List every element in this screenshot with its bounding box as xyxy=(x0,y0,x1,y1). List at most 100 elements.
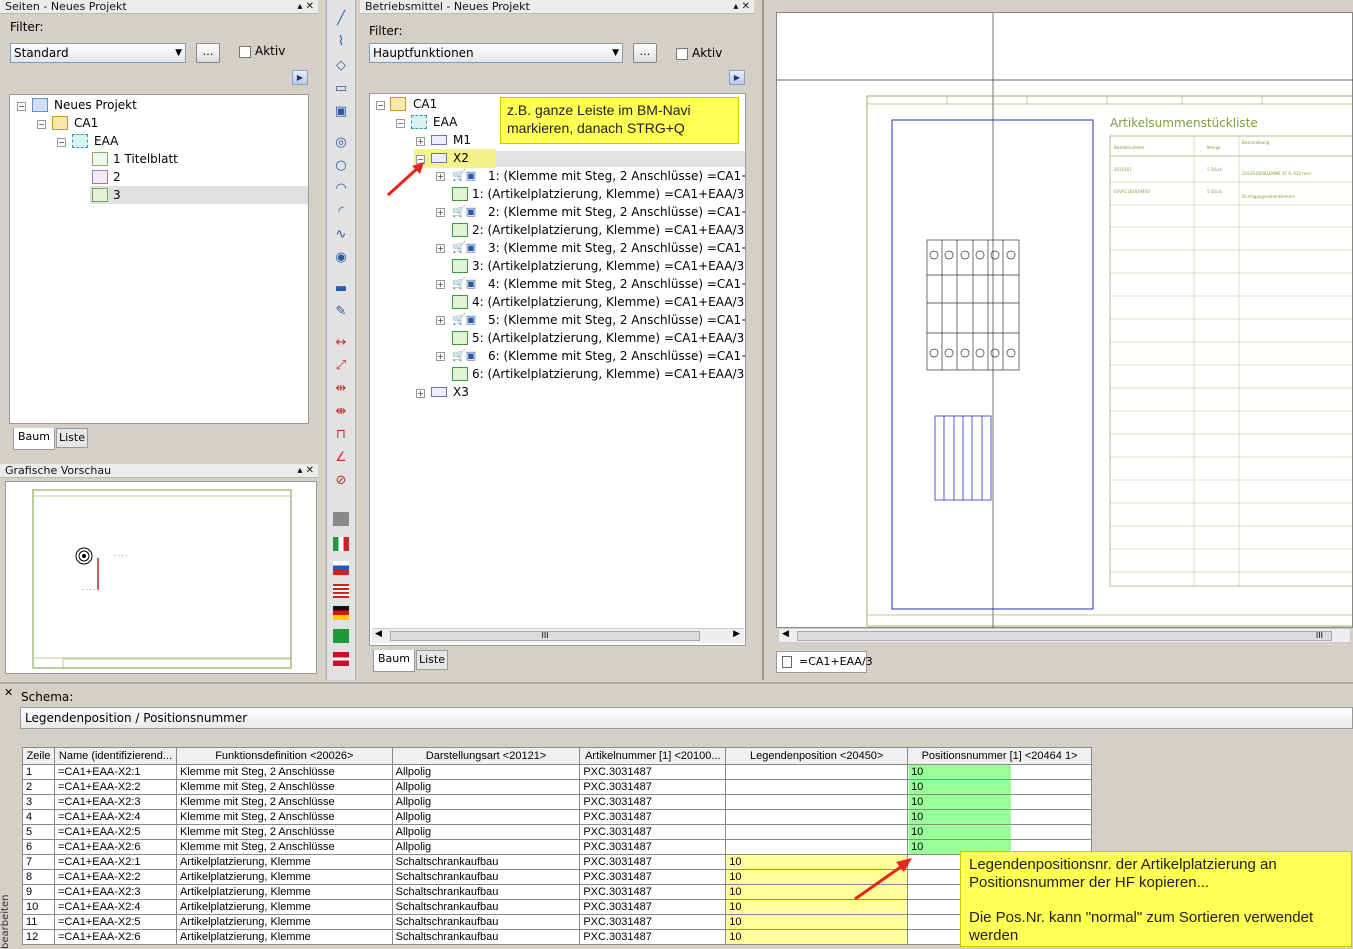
rectangle-icon[interactable]: ▭ xyxy=(332,80,350,98)
table-cell[interactable]: Schaltschrankaufbau xyxy=(391,869,581,885)
table-row[interactable]: 2 =CA1+EAA-X2:2 Klemme mit Steg, 2 Anschlü… xyxy=(22,779,1092,795)
tree-node-device-item[interactable]: 2: (Artikelplatzierung, Klemme) =CA1+EAA… xyxy=(472,221,745,239)
column-header[interactable]: Artikelnummer [1] <20100... xyxy=(579,747,727,765)
table-cell[interactable]: Artikelplatzierung, Klemme xyxy=(175,869,393,885)
tree-node-eaa[interactable]: EAA xyxy=(433,113,457,131)
expand-icon[interactable]: + xyxy=(436,244,445,253)
table-cell[interactable]: PXC.3031487 xyxy=(579,809,727,825)
table-cell[interactable]: 8 xyxy=(22,869,55,885)
polygon-icon[interactable]: ◇ xyxy=(332,57,350,75)
table-row[interactable]: 10 =CA1+EAA-X2:4 Artikelplatzierung, Klemm… xyxy=(22,899,1092,915)
tree-node-device-item[interactable]: 2: (Klemme mit Steg, 2 Anschlüsse) =CA1+… xyxy=(488,203,745,221)
drawing-page-tab[interactable]: =CA1+EAA/3 xyxy=(776,651,873,673)
table-cell[interactable]: Allpolig xyxy=(391,794,581,810)
tree-node-device-item[interactable]: 1: (Artikelplatzierung, Klemme) =CA1+EAA… xyxy=(472,185,745,203)
bm-h-scrollbar[interactable]: ◀ III ▶ xyxy=(372,628,744,643)
table-cell[interactable]: Klemme mit Steg, 2 Anschlüsse xyxy=(175,794,393,810)
table-row[interactable]: 6 =CA1+EAA-X2:6 Klemme mit Steg, 2 Anschlü… xyxy=(22,839,1092,855)
tree-node-page-2[interactable]: 2 xyxy=(113,168,121,186)
table-row[interactable]: 9 =CA1+EAA-X2:3 Artikelplatzierung, Klemme… xyxy=(22,884,1092,900)
panel-pin-close-icon[interactable]: ▴ ✕ xyxy=(733,0,750,14)
table-cell[interactable]: Klemme mit Steg, 2 Anschlüsse xyxy=(175,764,393,780)
table-cell[interactable]: 10 xyxy=(22,899,55,915)
table-cell[interactable]: Artikelplatzierung, Klemme xyxy=(175,884,393,900)
tree-node-device-item[interactable]: 5: (Klemme mit Steg, 2 Anschlüsse) =CA1+… xyxy=(488,311,745,329)
table-cell[interactable]: 4 xyxy=(22,809,55,825)
tab-baum[interactable]: Baum xyxy=(13,428,55,450)
table-cell[interactable]: Schaltschrankaufbau xyxy=(391,899,581,915)
table-row[interactable]: 12 =CA1+EAA-X2:6 Artikelplatzierung, Klemm… xyxy=(22,929,1092,945)
table-cell[interactable]: 10 xyxy=(907,824,1092,840)
tree-node-device-item[interactable]: 6: (Artikelplatzierung, Klemme) =CA1+EAA… xyxy=(472,365,745,383)
table-cell[interactable]: =CA1+EAA-X2:5 xyxy=(53,824,177,840)
table-cell[interactable]: Schaltschrankaufbau xyxy=(391,884,581,900)
drawing-canvas[interactable]: Artikelsummenstückliste Bestellnummer Me… xyxy=(776,12,1353,629)
tree-node-ca1[interactable]: CA1 xyxy=(74,114,98,132)
table-cell[interactable]: Allpolig xyxy=(391,809,581,825)
flag-germany-icon[interactable] xyxy=(333,606,349,620)
expand-icon[interactable]: + xyxy=(436,172,445,181)
flag-italy-icon[interactable] xyxy=(333,537,349,551)
table-row[interactable]: 11 =CA1+EAA-X2:5 Artikelplatzierung, Klemm… xyxy=(22,914,1092,930)
collapse-icon[interactable]: − xyxy=(37,120,46,129)
tree-node-device-item[interactable]: 4: (Artikelplatzierung, Klemme) =CA1+EAA… xyxy=(472,293,745,311)
table-row[interactable]: 4 =CA1+EAA-X2:4 Klemme mit Steg, 2 Anschlü… xyxy=(22,809,1092,825)
table-cell[interactable] xyxy=(725,809,909,825)
dimension-icon[interactable]: ↔ xyxy=(332,334,350,352)
table-row[interactable]: 5 =CA1+EAA-X2:5 Klemme mit Steg, 2 Anschlü… xyxy=(22,824,1092,840)
expand-icon[interactable]: + xyxy=(436,280,445,289)
table-cell[interactable] xyxy=(725,779,909,795)
table-cell[interactable]: =CA1+EAA-X2:6 xyxy=(53,839,177,855)
table-cell[interactable]: Artikelplatzierung, Klemme xyxy=(175,854,393,870)
table-cell[interactable]: Artikelplatzierung, Klemme xyxy=(175,914,393,930)
tab-baum[interactable]: Baum xyxy=(373,650,415,672)
table-cell[interactable]: 6 xyxy=(22,839,55,855)
table-cell[interactable]: Schaltschrankaufbau xyxy=(391,854,581,870)
table-cell[interactable]: =CA1+EAA-X2:1 xyxy=(53,854,177,870)
tree-node-device-item[interactable]: 3: (Artikelplatzierung, Klemme) =CA1+EAA… xyxy=(472,257,745,275)
table-cell[interactable]: 7 xyxy=(22,854,55,870)
table-cell[interactable]: =CA1+EAA-X2:5 xyxy=(53,914,177,930)
flag-usa-icon[interactable] xyxy=(333,584,349,598)
column-header[interactable]: Legendenposition <20450> xyxy=(725,747,909,765)
table-cell[interactable]: PXC.3031487 xyxy=(579,824,727,840)
table-cell[interactable]: PXC.3031487 xyxy=(579,779,727,795)
collapse-icon[interactable]: − xyxy=(57,138,66,147)
polyline-icon[interactable]: ⌇ xyxy=(332,33,350,51)
line-icon[interactable]: ╱ xyxy=(332,10,350,28)
eye-icon[interactable]: ◉ xyxy=(332,249,350,267)
dimension-base-icon[interactable]: ⊓ xyxy=(332,426,350,444)
pages-filter-combo[interactable]: Standard ▼ xyxy=(10,43,186,63)
tree-node-page-1[interactable]: 1 Titelblatt xyxy=(113,150,178,168)
pages-aktiv-checkbox[interactable] xyxy=(239,46,251,58)
fill-icon[interactable]: ▬ xyxy=(332,280,350,298)
table-row[interactable]: 1 =CA1+EAA-X2:1 Klemme mit Steg, 2 Anschlü… xyxy=(22,764,1092,780)
table-row[interactable]: 8 =CA1+EAA-X2:2 Artikelplatzierung, Klemme… xyxy=(22,869,1092,885)
tree-node-device-item[interactable]: 1: (Klemme mit Steg, 2 Anschlüsse) =CA1+… xyxy=(488,167,745,185)
tab-liste[interactable]: Liste xyxy=(56,428,88,448)
tree-node-m1[interactable]: M1 xyxy=(453,131,471,149)
panel-pin-close-icon[interactable]: ▴ ✕ xyxy=(297,464,314,478)
table-cell[interactable]: 10 xyxy=(907,764,1092,780)
table-cell[interactable]: PXC.3031487 xyxy=(579,884,727,900)
table-cell[interactable]: 2 xyxy=(22,779,55,795)
dimension-aligned-icon[interactable]: ⤢ xyxy=(332,357,350,375)
table-cell[interactable]: Allpolig xyxy=(391,839,581,855)
table-cell[interactable]: =CA1+EAA-X2:2 xyxy=(53,869,177,885)
column-header[interactable]: Zeile xyxy=(22,747,55,765)
spline-icon[interactable]: ∿ xyxy=(332,226,350,244)
table-cell[interactable]: Schaltschrankaufbau xyxy=(391,929,581,945)
bm-aktiv-checkbox[interactable] xyxy=(676,48,688,60)
table-cell[interactable]: =CA1+EAA-X2:4 xyxy=(53,899,177,915)
expand-icon[interactable]: + xyxy=(436,316,445,325)
radius-icon[interactable]: ⊘ xyxy=(332,472,350,490)
table-cell[interactable]: =CA1+EAA-X2:3 xyxy=(53,794,177,810)
table-cell[interactable]: =CA1+EAA-X2:6 xyxy=(53,929,177,945)
insert-icon[interactable]: ▣ xyxy=(332,103,350,121)
schema-combo[interactable]: Legendenposition / Positionsnummer xyxy=(20,707,1353,729)
arc-icon[interactable]: ◠ xyxy=(332,180,350,198)
flag-denmark-icon[interactable] xyxy=(333,652,349,666)
table-cell[interactable]: Artikelplatzierung, Klemme xyxy=(175,899,393,915)
tree-node-page-3[interactable]: 3 xyxy=(113,186,121,204)
collapse-icon[interactable]: − xyxy=(376,101,385,110)
